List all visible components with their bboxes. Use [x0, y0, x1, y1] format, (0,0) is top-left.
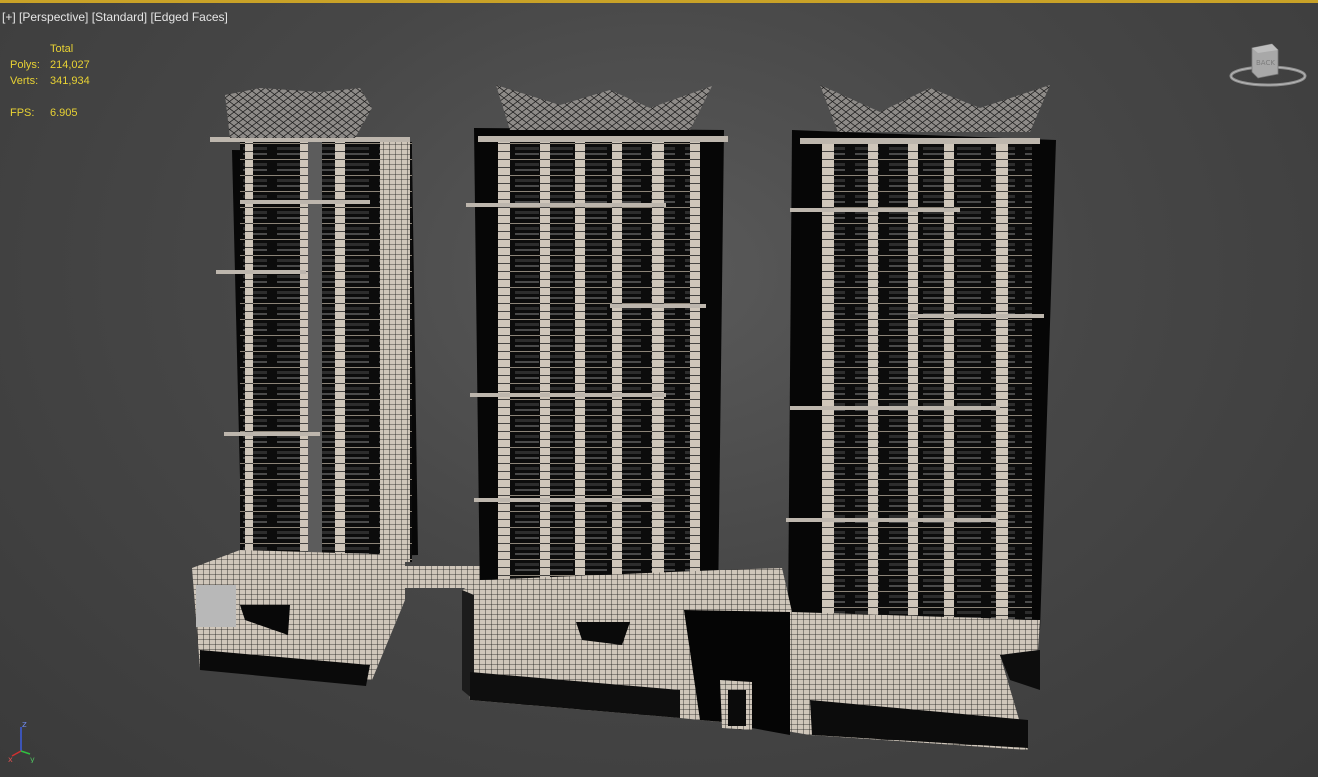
tower-right	[786, 85, 1056, 630]
viewcube-face-label: BACK	[1256, 59, 1275, 67]
viewcube[interactable]: BACK	[1228, 40, 1308, 90]
viewport-3d-scene[interactable]	[0, 0, 1318, 777]
tower-left	[192, 88, 418, 686]
axis-tripod-icon: z x y	[8, 720, 35, 763]
skybridge	[372, 566, 482, 588]
tower-center	[466, 85, 728, 605]
axis-y-label: y	[30, 755, 35, 763]
axis-x-label: x	[8, 755, 13, 763]
axis-z-label: z	[22, 720, 27, 730]
